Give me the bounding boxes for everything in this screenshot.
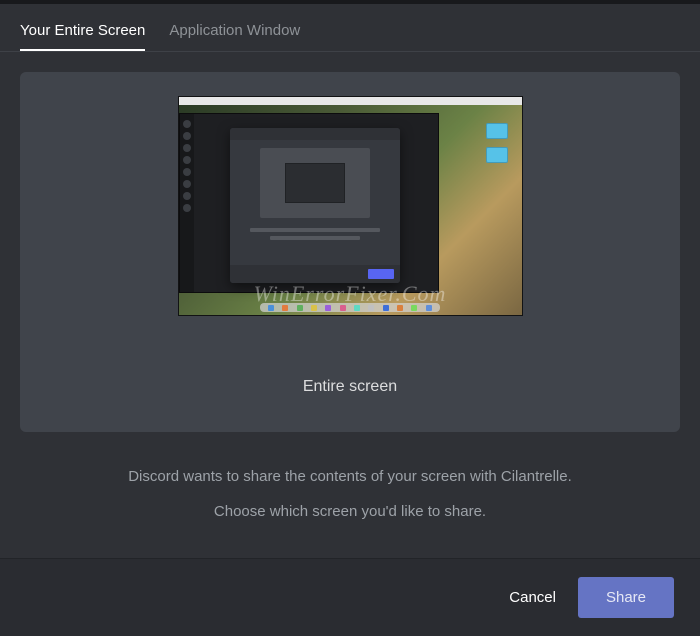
info-line-1: Discord wants to share the contents of y… (20, 460, 680, 495)
screen-option-label: Entire screen (303, 378, 397, 396)
screen-option-card[interactable]: WinErrorFixer.Com Entire screen (20, 72, 680, 432)
window-top-border (0, 0, 700, 4)
screen-preview-thumbnail: WinErrorFixer.Com (178, 96, 523, 316)
share-button[interactable]: Share (578, 577, 674, 618)
tab-application-window[interactable]: Application Window (169, 12, 300, 51)
cancel-button[interactable]: Cancel (509, 589, 556, 606)
share-info-text: Discord wants to share the contents of y… (20, 460, 680, 529)
share-source-tabs: Your Entire Screen Application Window (0, 12, 700, 52)
watermark-text: WinErrorFixer.Com (179, 281, 522, 307)
dialog-footer: Cancel Share (0, 558, 700, 636)
info-line-2: Choose which screen you'd like to share. (20, 495, 680, 530)
folder-icon (486, 147, 508, 163)
tab-entire-screen[interactable]: Your Entire Screen (20, 12, 145, 51)
content-area: WinErrorFixer.Com Entire screen Discord … (0, 52, 700, 549)
folder-icon (486, 123, 508, 139)
